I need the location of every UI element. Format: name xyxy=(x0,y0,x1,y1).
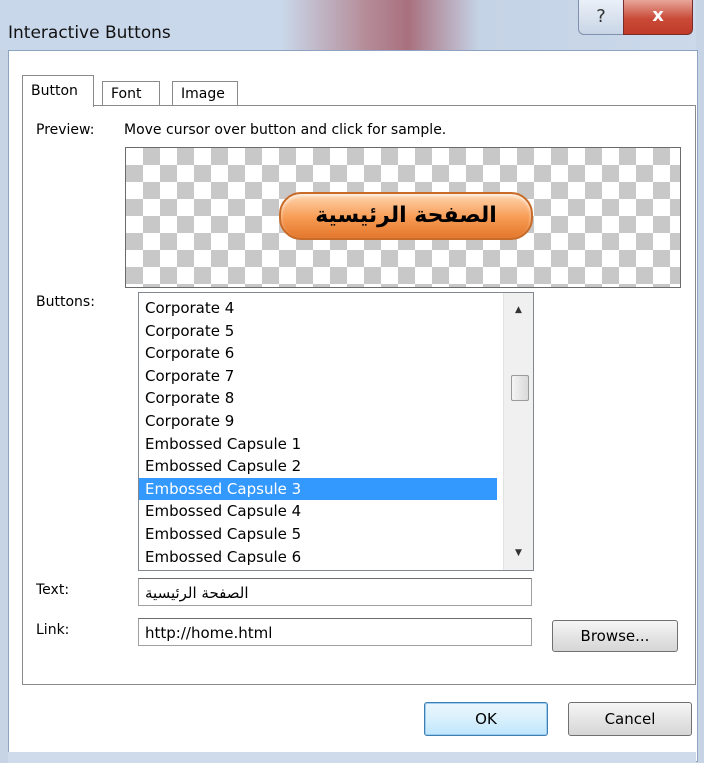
list-item[interactable]: Corporate 8 xyxy=(139,387,497,410)
buttons-list: Corporate 4 Corporate 5 Corporate 6 Corp… xyxy=(139,293,533,568)
list-item[interactable]: Corporate 4 xyxy=(139,297,497,320)
browse-button[interactable]: Browse... xyxy=(552,620,678,652)
list-item[interactable]: Embossed Capsule 1 xyxy=(139,433,497,456)
list-item[interactable]: Corporate 6 xyxy=(139,342,497,365)
buttons-listbox[interactable]: Corporate 4 Corporate 5 Corporate 6 Corp… xyxy=(138,292,534,571)
scroll-up-arrow-icon[interactable]: ▲ xyxy=(504,299,533,321)
preview-hint: Move cursor over button and click for sa… xyxy=(124,122,447,138)
list-item[interactable]: Embossed Capsule 2 xyxy=(139,455,497,478)
link-input-value: http://home.html xyxy=(145,624,273,642)
ok-button[interactable]: OK xyxy=(424,702,548,736)
list-item[interactable]: Corporate 9 xyxy=(139,410,497,433)
list-item[interactable]: Embossed Capsule 5 xyxy=(139,523,497,546)
link-input[interactable]: http://home.html xyxy=(138,618,532,646)
buttons-label: Buttons: xyxy=(36,294,95,310)
interactive-buttons-dialog: Interactive Buttons ? x Button Font Imag… xyxy=(0,0,704,763)
list-item[interactable]: Corporate 7 xyxy=(139,365,497,388)
cancel-button[interactable]: Cancel xyxy=(568,702,692,736)
text-input[interactable]: الصفحة الرئيسية xyxy=(138,578,532,606)
scroll-thumb[interactable] xyxy=(511,375,529,401)
list-scrollbar[interactable]: ▲ ▼ xyxy=(503,293,533,570)
window-title: Interactive Buttons xyxy=(8,23,171,43)
preview-label: Preview: xyxy=(36,122,95,138)
text-label: Text: xyxy=(36,582,70,598)
text-input-value: الصفحة الرئيسية xyxy=(145,584,249,602)
link-label: Link: xyxy=(36,622,70,638)
tab-image[interactable]: Image xyxy=(172,81,238,106)
list-item[interactable]: Embossed Capsule 4 xyxy=(139,500,497,523)
scroll-down-arrow-icon[interactable]: ▼ xyxy=(504,542,533,564)
close-button[interactable]: x xyxy=(623,0,693,35)
list-item[interactable]: Corporate 5 xyxy=(139,320,497,343)
help-button[interactable]: ? xyxy=(578,0,624,35)
tab-font[interactable]: Font xyxy=(102,81,160,106)
list-item[interactable]: Embossed Capsule 6 xyxy=(139,546,497,569)
sample-button[interactable]: الصفحة الرئيسية xyxy=(279,192,533,240)
window-frame-bottom xyxy=(8,752,696,763)
window-frame-left xyxy=(0,50,8,763)
tab-button[interactable]: Button xyxy=(22,75,94,107)
preview-area[interactable]: الصفحة الرئيسية xyxy=(125,147,681,288)
list-item-selected[interactable]: Embossed Capsule 3 xyxy=(139,477,497,501)
